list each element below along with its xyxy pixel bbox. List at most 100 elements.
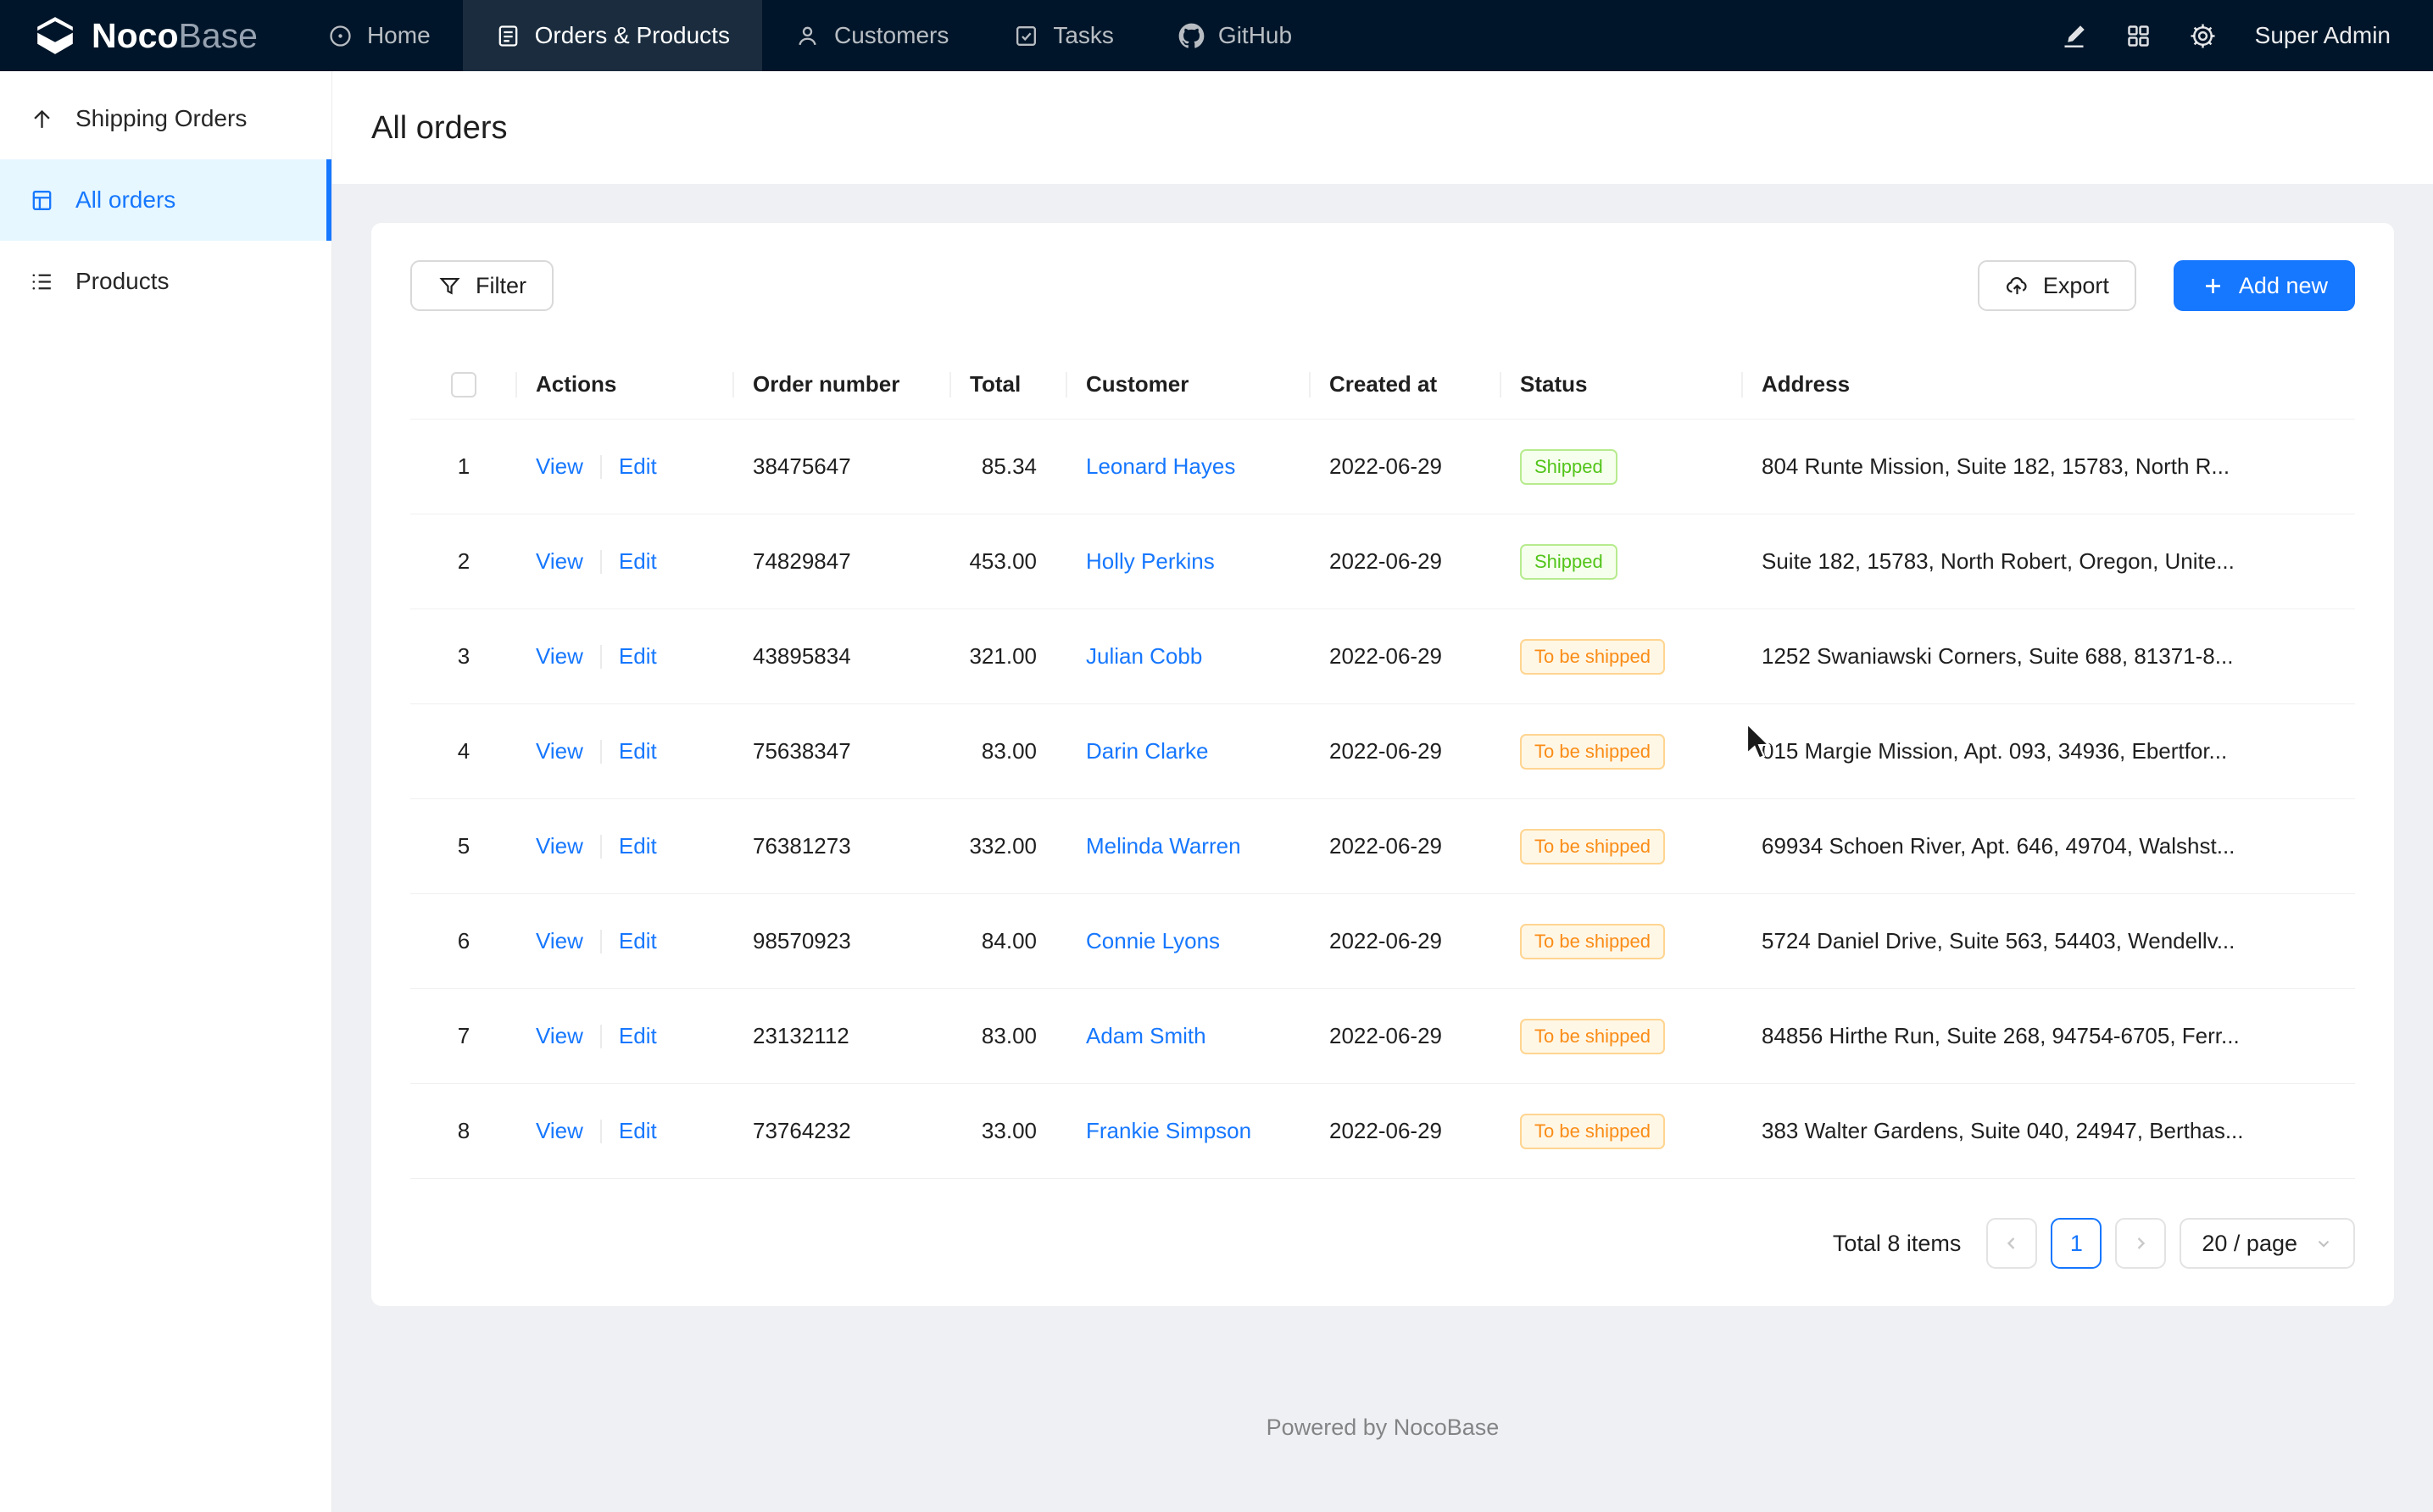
brand[interactable]: NocoBase: [0, 0, 295, 71]
filter-button[interactable]: Filter: [410, 260, 554, 311]
toolbar-right: Export Add new: [1978, 260, 2355, 311]
table-row[interactable]: 4 View Edit 75638347 83.00 Darin Clarke …: [410, 704, 2355, 799]
table-row[interactable]: 1 View Edit 38475647 85.34 Leonard Hayes…: [410, 420, 2355, 514]
sidebar-item-products[interactable]: Products: [0, 241, 331, 322]
order-number-cell: 23132112: [734, 1023, 951, 1049]
user-menu[interactable]: Super Admin: [2255, 22, 2391, 49]
sidebar-item-all-orders[interactable]: All orders: [0, 159, 331, 241]
powered-by-footer: Powered by NocoBase: [371, 1415, 2394, 1480]
edit-link[interactable]: Edit: [619, 643, 657, 670]
status-badge: To be shipped: [1520, 639, 1665, 675]
nav-item-github[interactable]: GitHub: [1146, 0, 1324, 71]
table-row[interactable]: 8 View Edit 73764232 33.00 Frankie Simps…: [410, 1084, 2355, 1179]
table-row[interactable]: 2 View Edit 74829847 453.00 Holly Perkin…: [410, 514, 2355, 609]
customer-link[interactable]: Frankie Simpson: [1086, 1118, 1251, 1144]
brand-light: Base: [179, 16, 258, 55]
action-divider: [600, 930, 602, 953]
created-at-cell: 2022-06-29: [1311, 1023, 1501, 1049]
view-link[interactable]: View: [536, 548, 583, 575]
customer-cell: Connie Lyons: [1067, 928, 1311, 954]
row-index: 2: [458, 548, 470, 575]
column-header-total: Total: [951, 350, 1067, 419]
total-cell: 83.00: [951, 1023, 1067, 1049]
row-actions-cell: View Edit: [517, 643, 734, 670]
view-link[interactable]: View: [536, 453, 583, 480]
address-cell: Suite 182, 15783, North Robert, Oregon, …: [1743, 548, 2355, 575]
sidebar: Shipping Orders All orders Products: [0, 71, 332, 1512]
status-cell: To be shipped: [1501, 924, 1743, 959]
nav-item-orders-products[interactable]: Orders & Products: [463, 0, 762, 71]
orders-products-icon: [495, 23, 521, 49]
column-header-actions: Actions: [517, 350, 734, 419]
column-header-customer: Customer: [1067, 350, 1311, 419]
nav-item-tasks[interactable]: Tasks: [981, 0, 1146, 71]
view-link[interactable]: View: [536, 1023, 583, 1049]
edit-link[interactable]: Edit: [619, 1023, 657, 1049]
table-toolbar: Filter Export: [410, 260, 2355, 311]
order-number-cell: 98570923: [734, 928, 951, 954]
add-new-label: Add new: [2239, 273, 2328, 299]
plugins-grid-icon[interactable]: [2111, 8, 2167, 64]
address-cell: 383 Walter Gardens, Suite 040, 24947, Be…: [1743, 1118, 2355, 1144]
total-cell: 332.00: [951, 833, 1067, 859]
top-navbar: NocoBase Home Orders & Products Customer…: [0, 0, 2433, 71]
add-new-button[interactable]: Add new: [2174, 260, 2355, 311]
edit-link[interactable]: Edit: [619, 833, 657, 859]
app: NocoBase Home Orders & Products Customer…: [0, 0, 2433, 1512]
view-link[interactable]: View: [536, 643, 583, 670]
nav-item-label: GitHub: [1218, 22, 1292, 49]
nav-item-home[interactable]: Home: [295, 0, 463, 71]
edit-link[interactable]: Edit: [619, 928, 657, 954]
address-cell: 5724 Daniel Drive, Suite 563, 54403, Wen…: [1743, 928, 2355, 954]
view-link[interactable]: View: [536, 833, 583, 859]
table-row[interactable]: 6 View Edit 98570923 84.00 Connie Lyons …: [410, 894, 2355, 989]
created-at-cell: 2022-06-29: [1311, 738, 1501, 764]
created-at-cell: 2022-06-29: [1311, 548, 1501, 575]
row-index: 1: [458, 453, 470, 480]
page-size-select[interactable]: 20 / page: [2180, 1218, 2355, 1269]
customer-link[interactable]: Holly Perkins: [1086, 548, 1215, 575]
sidebar-item-shipping-orders[interactable]: Shipping Orders: [0, 78, 331, 159]
select-all-checkbox[interactable]: [451, 372, 476, 397]
customer-cell: Leonard Hayes: [1067, 453, 1311, 480]
status-badge: To be shipped: [1520, 924, 1665, 959]
export-button[interactable]: Export: [1978, 260, 2136, 311]
table-icon: [29, 187, 55, 214]
customer-link[interactable]: Leonard Hayes: [1086, 453, 1235, 480]
page-number-button[interactable]: 1: [2051, 1218, 2102, 1269]
edit-link[interactable]: Edit: [619, 548, 657, 575]
table-row[interactable]: 3 View Edit 43895834 321.00 Julian Cobb …: [410, 609, 2355, 704]
view-link[interactable]: View: [536, 928, 583, 954]
edit-link[interactable]: Edit: [619, 1118, 657, 1144]
row-index-cell: 1: [410, 453, 517, 480]
address-cell: 84856 Hirthe Run, Suite 268, 94754-6705,…: [1743, 1023, 2355, 1049]
page-title: All orders: [371, 110, 2394, 147]
table-row[interactable]: 7 View Edit 23132112 83.00 Adam Smith 20…: [410, 989, 2355, 1084]
view-link[interactable]: View: [536, 738, 583, 764]
next-page-button[interactable]: [2115, 1218, 2166, 1269]
row-index: 3: [458, 643, 470, 670]
nav-item-customers[interactable]: Customers: [762, 0, 981, 71]
row-index-cell: 2: [410, 548, 517, 575]
view-link[interactable]: View: [536, 1118, 583, 1144]
ui-editor-pen-icon[interactable]: [2046, 8, 2102, 64]
row-actions-cell: View Edit: [517, 833, 734, 859]
customer-link[interactable]: Adam Smith: [1086, 1023, 1206, 1049]
created-at-cell: 2022-06-29: [1311, 833, 1501, 859]
status-cell: Shipped: [1501, 544, 1743, 580]
table-row[interactable]: 5 View Edit 76381273 332.00 Melinda Warr…: [410, 799, 2355, 894]
edit-link[interactable]: Edit: [619, 453, 657, 480]
customer-link[interactable]: Darin Clarke: [1086, 738, 1209, 764]
status-cell: To be shipped: [1501, 1019, 1743, 1054]
status-cell: To be shipped: [1501, 734, 1743, 770]
customer-link[interactable]: Melinda Warren: [1086, 833, 1241, 859]
prev-page-button[interactable]: [1986, 1218, 2037, 1269]
edit-link[interactable]: Edit: [619, 738, 657, 764]
customer-link[interactable]: Connie Lyons: [1086, 928, 1220, 954]
customer-link[interactable]: Julian Cobb: [1086, 643, 1202, 670]
settings-gear-icon[interactable]: [2175, 8, 2231, 64]
status-badge: To be shipped: [1520, 1114, 1665, 1149]
address-text: 1252 Swaniawski Corners, Suite 688, 8137…: [1762, 643, 2233, 670]
row-index-cell: 6: [410, 928, 517, 954]
export-label: Export: [2043, 273, 2109, 299]
